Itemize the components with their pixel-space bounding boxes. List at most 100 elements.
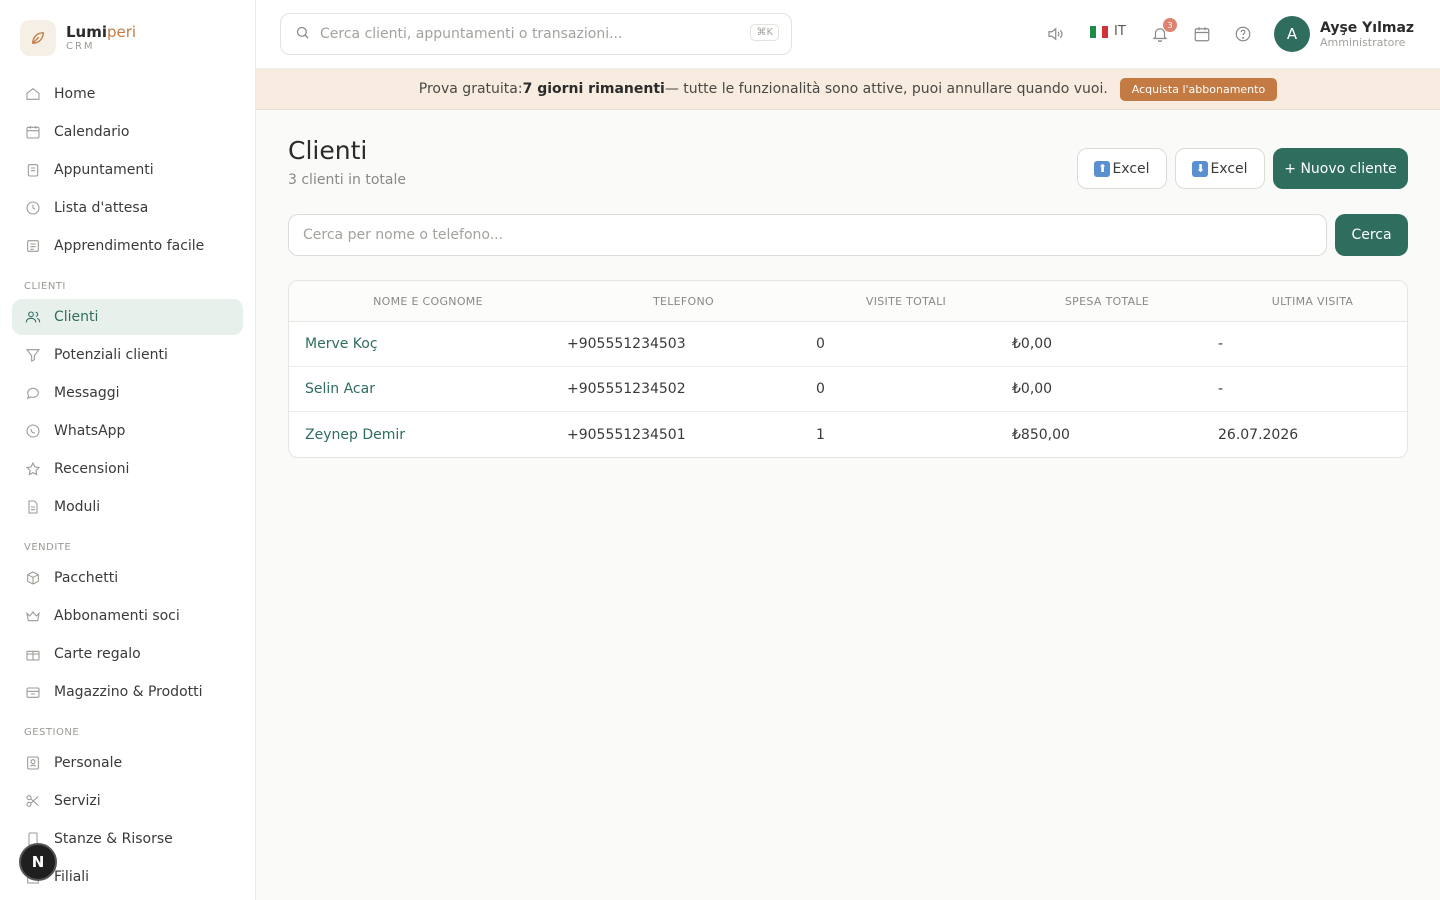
trial-days-remaining: 7 giorni rimanenti	[522, 81, 665, 97]
box-icon	[24, 569, 42, 587]
client-visits: 1	[816, 426, 825, 443]
table-row[interactable]: Zeynep Demir +905551234501 1 ₺850,00 26.…	[289, 412, 1407, 457]
user-name: Ayşe Yılmaz	[1320, 19, 1415, 36]
sidebar-item-label: Pacchetti	[54, 570, 119, 586]
sidebar-item-appuntamenti[interactable]: Appuntamenti	[12, 152, 243, 188]
sidebar-item-calendario[interactable]: Calendario	[12, 114, 243, 150]
sidebar-item-potenziali[interactable]: Potenziali clienti	[12, 337, 243, 373]
sidebar-item-label: Messaggi	[54, 385, 120, 401]
table-row[interactable]: Selin Acar +905551234502 0 ₺0,00 -	[289, 367, 1407, 412]
sidebar-item-lista-attesa[interactable]: Lista d'attesa	[12, 190, 243, 226]
topbar: ⌘K IT 3 A Ayşe Yılmaz Amministratore	[256, 0, 1440, 69]
gift-icon	[24, 645, 42, 663]
clock-icon	[24, 199, 42, 217]
export-excel-button[interactable]: ⬇ Excel	[1175, 148, 1265, 189]
client-name-link[interactable]: Zeynep Demir	[289, 427, 551, 443]
sidebar-item-pacchetti[interactable]: Pacchetti	[12, 560, 243, 596]
brand-name: Lumiperi	[66, 23, 137, 41]
column-header-phone[interactable]: TELEFONO	[551, 295, 800, 308]
sidebar-item-label: Carte regalo	[54, 646, 141, 662]
client-spend: ₺0,00	[1012, 381, 1053, 397]
sidebar-item-abbonamenti[interactable]: Abbonamenti soci	[12, 598, 243, 634]
person-badge-icon	[24, 754, 42, 772]
column-header-last-visit[interactable]: ULTIMA VISITA	[1202, 295, 1407, 308]
avatar: A	[1274, 16, 1310, 52]
sidebar-item-home[interactable]: Home	[12, 76, 243, 112]
global-search-input[interactable]	[320, 26, 740, 42]
clipboard-icon	[24, 161, 42, 179]
sidebar-item-magazzino[interactable]: Magazzino & Prodotti	[12, 674, 243, 710]
sidebar-item-label: Moduli	[54, 499, 101, 515]
leaf-logo-icon	[20, 20, 56, 56]
trial-banner: Prova gratuita: 7 giorni rimanenti — tut…	[256, 69, 1440, 110]
dev-tools-badge[interactable]: N	[19, 843, 57, 881]
sidebar-item-label: Stanze & Risorse	[54, 831, 173, 847]
sidebar-item-personale[interactable]: Personale	[12, 745, 243, 781]
sidebar-item-whatsapp[interactable]: WhatsApp	[12, 413, 243, 449]
client-visits: 0	[816, 381, 825, 397]
client-last-visit: 26.07.2026	[1218, 426, 1299, 443]
client-search-input[interactable]	[288, 214, 1327, 256]
upload-arrow-icon: ⬆	[1094, 160, 1111, 177]
sidebar-item-recensioni[interactable]: Recensioni	[12, 451, 243, 487]
client-name-link[interactable]: Selin Acar	[289, 381, 551, 397]
sidebar-item-label: Servizi	[54, 793, 101, 809]
client-visits: 0	[816, 336, 825, 352]
table-row[interactable]: Merve Koç +905551234503 0 ₺0,00 -	[289, 322, 1407, 367]
client-spend: ₺0,00	[1012, 336, 1053, 352]
section-label-clienti: CLIENTI	[24, 281, 66, 292]
italy-flag-icon	[1090, 25, 1108, 38]
language-selector[interactable]: IT	[1090, 24, 1126, 39]
sidebar-item-messaggi[interactable]: Messaggi	[12, 375, 243, 411]
sidebar-item-label: Apprendimento facile	[54, 238, 205, 254]
sidebar-item-label: Magazzino & Prodotti	[54, 684, 203, 700]
import-excel-button[interactable]: ⬆ Excel	[1077, 148, 1167, 189]
global-search[interactable]: ⌘K	[280, 13, 792, 55]
client-spend: ₺850,00	[1012, 426, 1070, 443]
sidebar-item-moduli[interactable]: Moduli	[12, 489, 243, 525]
client-phone: +905551234502	[567, 381, 686, 397]
page-subtitle: 3 clienti in totale	[288, 172, 406, 188]
notifications-button[interactable]: 3	[1149, 18, 1177, 45]
calendar-shortcut-icon[interactable]	[1191, 23, 1213, 45]
document-icon	[24, 498, 42, 516]
chat-icon	[24, 384, 42, 402]
sidebar-item-label: Filiali	[54, 869, 90, 885]
help-icon[interactable]	[1232, 23, 1254, 45]
sidebar-item-label: Recensioni	[54, 461, 130, 477]
buy-subscription-button[interactable]: Acquista l'abbonamento	[1119, 77, 1278, 101]
new-client-button[interactable]: + Nuovo cliente	[1273, 148, 1408, 189]
sidebar-item-carte-regalo[interactable]: Carte regalo	[12, 636, 243, 672]
column-header-spend[interactable]: SPESA TOTALE	[996, 295, 1202, 308]
download-arrow-icon: ⬇	[1192, 160, 1209, 177]
client-last-visit: -	[1218, 381, 1224, 397]
brand[interactable]: Lumiperi CRM	[0, 0, 255, 76]
user-menu[interactable]: A Ayşe Yılmaz Amministratore	[1274, 16, 1414, 52]
crown-icon	[24, 607, 42, 625]
sidebar-item-clienti[interactable]: Clienti	[12, 299, 243, 335]
brand-sub: CRM	[66, 41, 95, 52]
sidebar-item-apprendimento[interactable]: Apprendimento facile	[12, 228, 243, 264]
sound-icon[interactable]	[1044, 23, 1066, 45]
table-header: NOME E COGNOME TELEFONO VISITE TOTALI SP…	[289, 281, 1407, 322]
client-phone: +905551234503	[567, 336, 686, 352]
sidebar-item-label: Calendario	[54, 124, 130, 140]
sidebar-item-label: Clienti	[54, 309, 99, 325]
client-name-link[interactable]: Merve Koç	[289, 336, 551, 352]
whatsapp-icon	[24, 422, 42, 440]
notification-count-badge: 3	[1163, 18, 1177, 32]
scissors-icon	[24, 792, 42, 810]
inventory-icon	[24, 683, 42, 701]
sidebar-item-servizi[interactable]: Servizi	[12, 783, 243, 819]
sidebar-item-label: Lista d'attesa	[54, 200, 149, 216]
column-header-visits[interactable]: VISITE TOTALI	[800, 295, 996, 308]
column-header-name[interactable]: NOME E COGNOME	[289, 295, 551, 308]
client-search-button[interactable]: Cerca	[1335, 214, 1408, 256]
book-icon	[24, 237, 42, 255]
search-shortcut-hint: ⌘K	[750, 24, 779, 41]
sidebar: Lumiperi CRM Home Calendario Appuntament…	[0, 0, 256, 900]
star-icon	[24, 460, 42, 478]
client-last-visit: -	[1218, 336, 1224, 352]
trial-prefix: Prova gratuita:	[418, 81, 523, 97]
sidebar-item-label: Abbonamenti soci	[54, 608, 180, 624]
